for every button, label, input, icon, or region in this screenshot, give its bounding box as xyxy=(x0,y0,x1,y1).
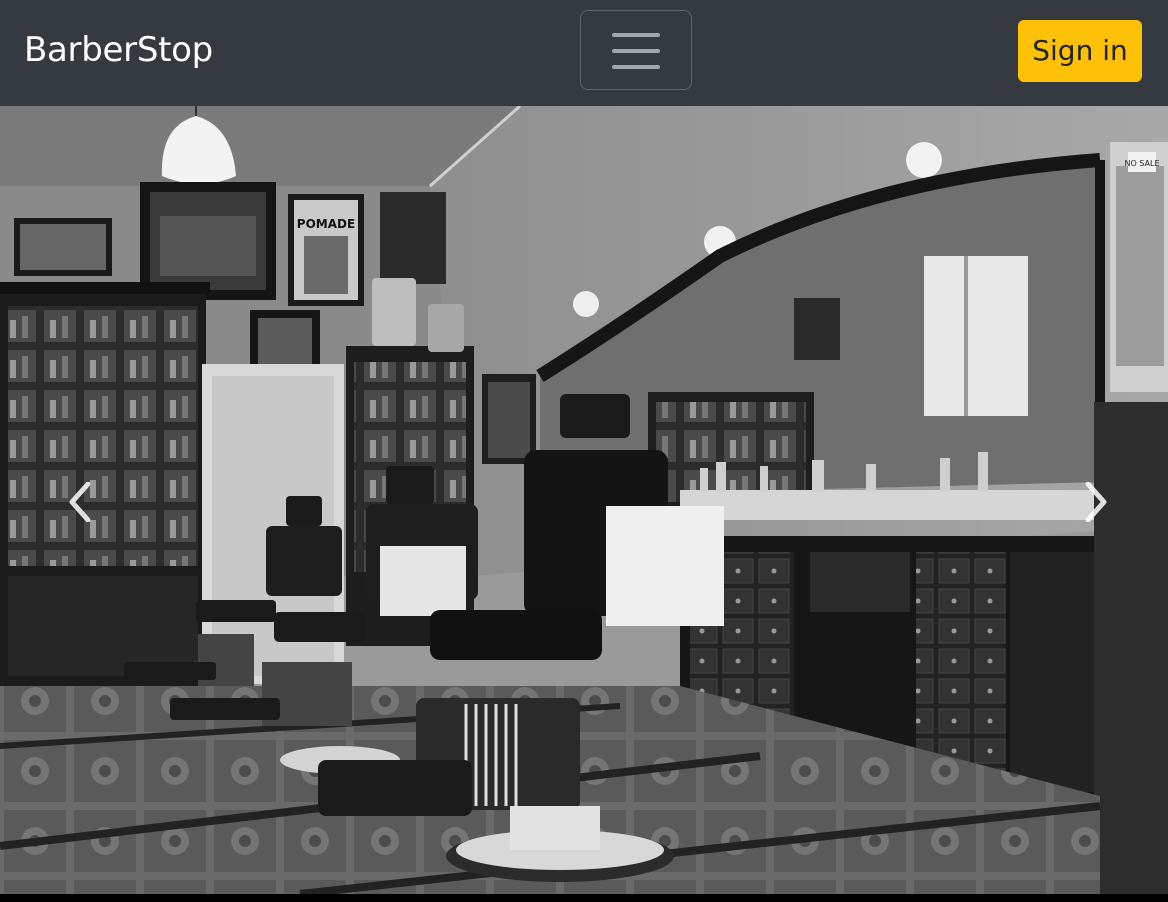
chevron-right-icon xyxy=(1085,482,1107,522)
barbershop-photo: POMADE NO SALE xyxy=(0,106,1168,894)
chevron-left-icon xyxy=(69,482,91,522)
carousel-next-button[interactable] xyxy=(1008,106,1168,894)
poster-text: POMADE xyxy=(297,217,355,231)
hero-carousel: POMADE NO SALE xyxy=(0,106,1168,894)
sign-in-button[interactable]: Sign in xyxy=(1018,20,1142,82)
navbar: BarberStop Sign in xyxy=(0,0,1168,106)
menu-toggle-button[interactable] xyxy=(580,10,692,90)
carousel-prev-button[interactable] xyxy=(0,106,160,894)
hamburger-menu-icon xyxy=(612,33,660,37)
brand-link[interactable]: BarberStop xyxy=(24,26,213,74)
page-bottom-edge xyxy=(0,894,1168,902)
